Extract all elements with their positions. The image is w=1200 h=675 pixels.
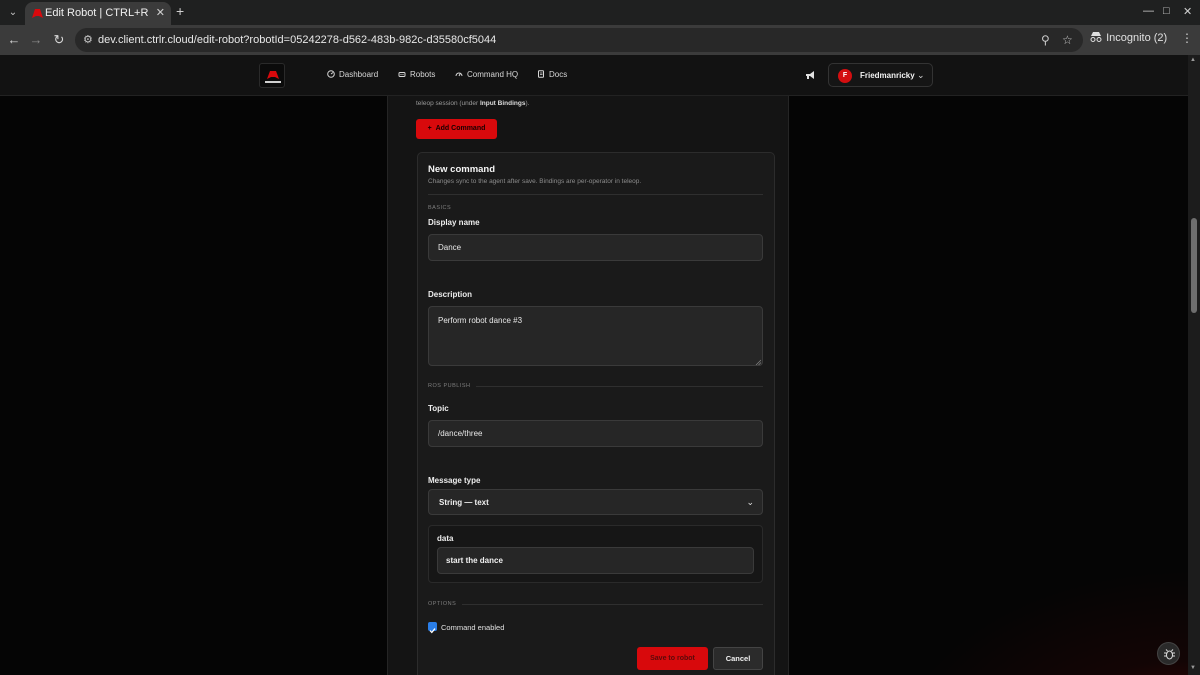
incognito-icon bbox=[1090, 32, 1102, 42]
incognito-profile[interactable]: Incognito (2) bbox=[1089, 32, 1167, 44]
divider bbox=[462, 604, 763, 605]
checkmark-icon bbox=[429, 628, 436, 634]
close-window-icon[interactable]: ✕ bbox=[1183, 5, 1192, 18]
announcements-icon[interactable] bbox=[805, 70, 816, 80]
tab-close-icon[interactable]: ✕ bbox=[156, 6, 165, 19]
robot-icon bbox=[398, 72, 406, 77]
ctrlr-logo[interactable] bbox=[259, 63, 285, 88]
add-command-button[interactable]: + Add Command bbox=[416, 119, 497, 139]
section-options: OPTIONS bbox=[428, 601, 457, 607]
bug-icon bbox=[1164, 649, 1175, 660]
forward-icon[interactable]: → bbox=[28, 32, 44, 48]
form-subtitle: Changes sync to the agent after save. Bi… bbox=[428, 178, 642, 185]
page-scrollbar[interactable]: ▲ ▼ bbox=[1188, 55, 1200, 675]
browser-toolbar: ← → ↻ ⚙ dev.client.ctrlr.cloud/edit-robo… bbox=[0, 25, 1200, 55]
form-title: New command bbox=[428, 164, 496, 175]
user-menu[interactable]: F Friedmanricky ⌄ bbox=[828, 63, 933, 87]
command-enabled-label: Command enabled bbox=[441, 623, 505, 632]
new-tab-icon[interactable]: + bbox=[176, 3, 184, 19]
nav-robots[interactable]: Robots bbox=[398, 70, 435, 79]
bug-report-button[interactable] bbox=[1157, 642, 1180, 665]
ctrlr-logo-icon bbox=[265, 71, 281, 83]
tab-search-icon[interactable]: ⌄ bbox=[5, 5, 21, 21]
user-name: Friedmanricky bbox=[860, 71, 915, 80]
message-type-value: String — text bbox=[439, 498, 489, 507]
site-info-icon[interactable]: ⚙ bbox=[83, 33, 93, 46]
display-name-label: Display name bbox=[428, 218, 480, 227]
browser-menu-icon[interactable]: ⋮ bbox=[1181, 31, 1193, 45]
docs-icon bbox=[538, 70, 544, 78]
command-icon bbox=[455, 72, 463, 77]
scroll-thumb[interactable] bbox=[1191, 218, 1197, 313]
message-type-select[interactable]: String — text ⌄ bbox=[428, 489, 763, 515]
app-header: Dashboard Robots Command HQ Docs F Fried… bbox=[0, 55, 1188, 96]
address-url: dev.client.ctrlr.cloud/edit-robot?robotI… bbox=[98, 34, 497, 46]
cancel-button[interactable]: Cancel bbox=[713, 647, 763, 670]
maximize-icon[interactable]: □ bbox=[1163, 5, 1170, 17]
ctrlr-favicon-icon bbox=[32, 9, 43, 18]
minimize-icon[interactable]: — bbox=[1143, 5, 1154, 17]
chevron-down-icon: ⌄ bbox=[917, 70, 925, 80]
back-icon[interactable]: ← bbox=[6, 32, 22, 48]
divider bbox=[476, 386, 763, 387]
topic-label: Topic bbox=[428, 404, 449, 413]
data-field-label: data bbox=[437, 534, 454, 543]
zoom-icon[interactable]: ⚲ bbox=[1041, 33, 1050, 47]
chevron-down-icon: ⌄ bbox=[746, 497, 754, 507]
bookmark-star-icon[interactable]: ☆ bbox=[1062, 33, 1073, 47]
resize-handle-icon[interactable] bbox=[755, 359, 761, 365]
new-command-card bbox=[417, 152, 775, 675]
message-type-label: Message type bbox=[428, 476, 481, 485]
dashboard-icon bbox=[327, 70, 335, 78]
reload-icon[interactable]: ↻ bbox=[51, 32, 67, 48]
section-basics: BASICS bbox=[428, 205, 452, 211]
description-textarea[interactable]: Perform robot dance #3 bbox=[428, 306, 763, 366]
data-field-input[interactable] bbox=[437, 547, 754, 574]
description-label: Description bbox=[428, 290, 473, 299]
topic-input[interactable] bbox=[428, 420, 763, 447]
incognito-label: Incognito (2) bbox=[1106, 32, 1168, 44]
scroll-down-icon[interactable]: ▼ bbox=[1190, 665, 1196, 671]
nav-command-hq[interactable]: Command HQ bbox=[455, 70, 518, 79]
scroll-up-icon[interactable]: ▲ bbox=[1190, 57, 1196, 63]
nav-docs[interactable]: Docs bbox=[537, 70, 567, 79]
browser-tab[interactable]: Edit Robot | CTRL+R ✕ bbox=[25, 2, 171, 25]
browser-tabbar: ⌄ Edit Robot | CTRL+R ✕ + — □ ✕ bbox=[0, 0, 1200, 25]
plus-icon: + bbox=[427, 125, 432, 132]
save-to-robot-button[interactable]: Save to robot bbox=[637, 647, 708, 670]
tab-title: Edit Robot | CTRL+R bbox=[45, 7, 149, 19]
section-ros-publish: ROS PUBLISH bbox=[428, 383, 471, 389]
avatar: F bbox=[838, 69, 852, 83]
command-enabled-checkbox[interactable] bbox=[428, 622, 437, 634]
intro-text: teleop session (under Input Bindings). bbox=[416, 100, 530, 107]
display-name-input[interactable] bbox=[428, 234, 763, 261]
address-bar[interactable]: ⚙ dev.client.ctrlr.cloud/edit-robot?robo… bbox=[75, 28, 1083, 52]
nav-dashboard[interactable]: Dashboard bbox=[327, 70, 378, 79]
divider bbox=[428, 194, 763, 195]
